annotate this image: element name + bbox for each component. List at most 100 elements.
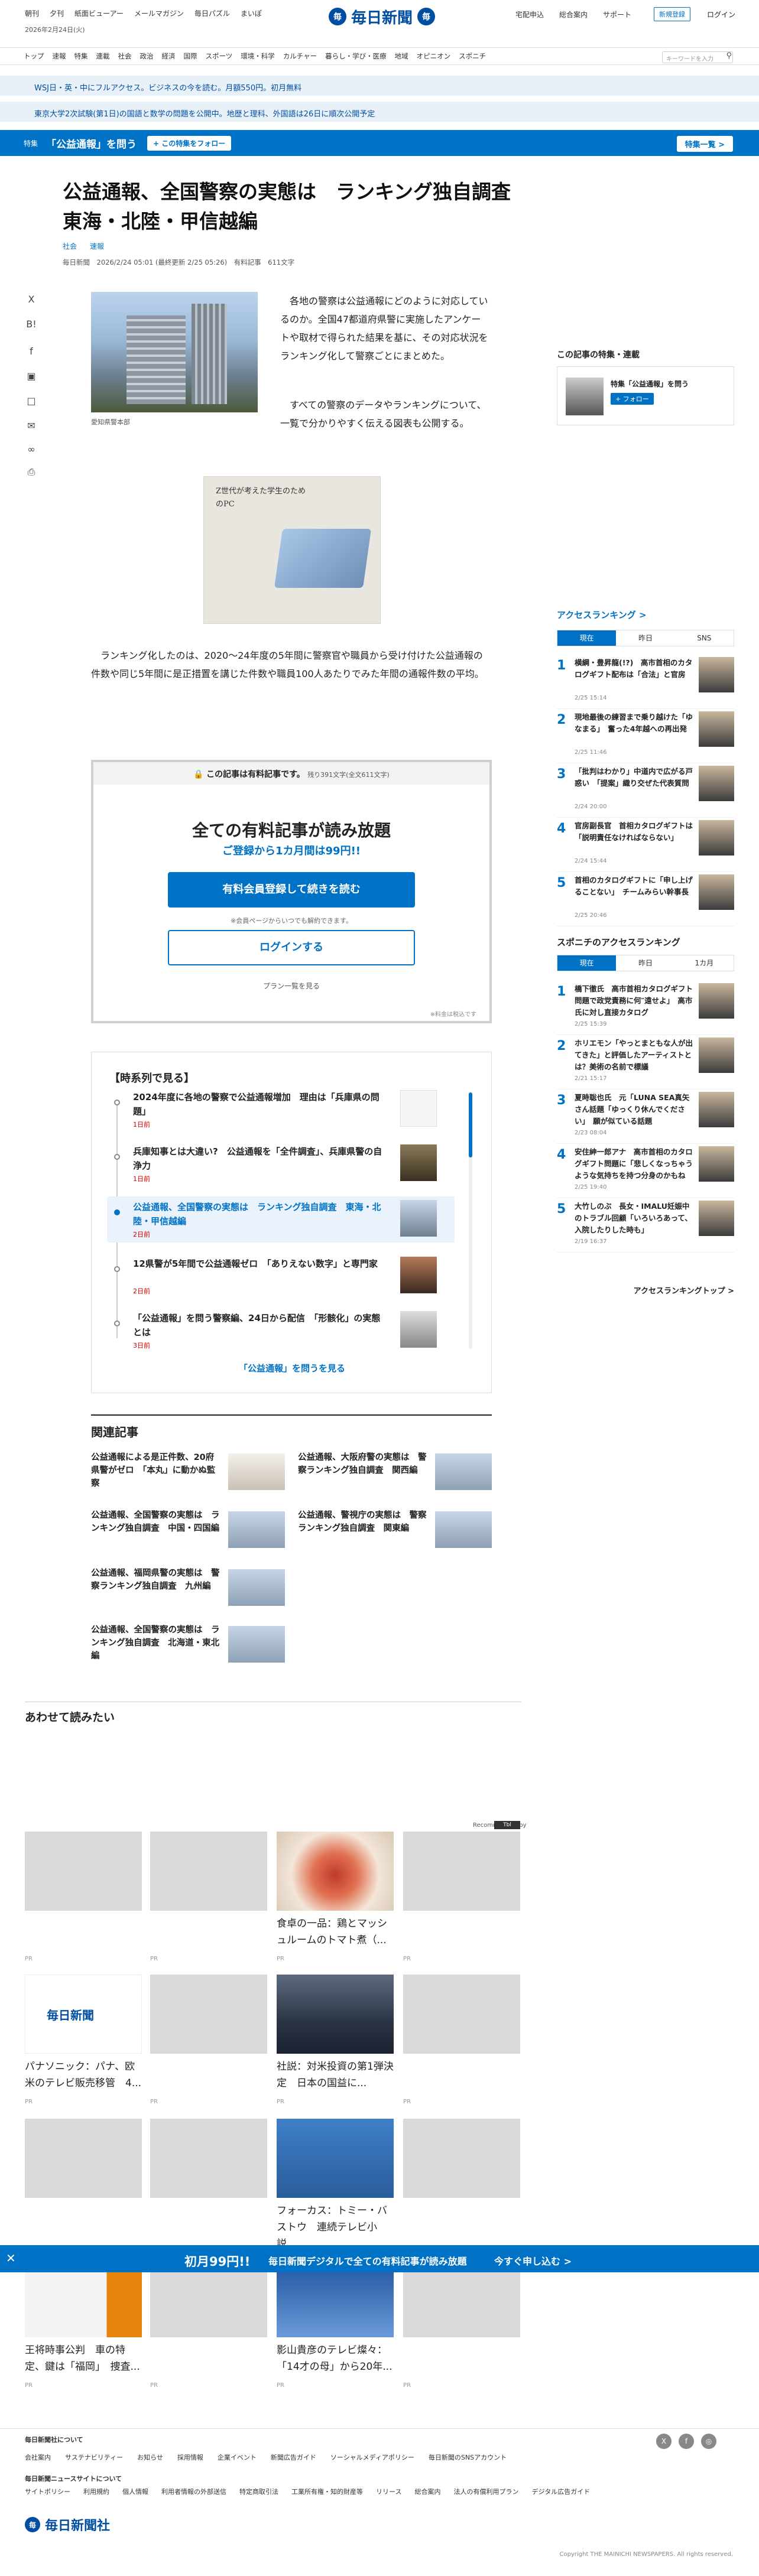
facebook-icon[interactable]: f xyxy=(679,2434,694,2449)
footer-link[interactable]: 工業所有権・知的財産等 xyxy=(291,2487,363,2496)
paywall-login-button[interactable]: ログインする xyxy=(168,930,415,965)
nav-society[interactable]: 社会 xyxy=(118,51,140,61)
related-item[interactable]: 公益通報による是正件数、20府県警がゼロ 「本丸」に動かぬ監察 xyxy=(91,1451,286,1504)
nav-series[interactable]: 連載 xyxy=(96,51,118,61)
subscribe-banner[interactable]: ✕ 初月99円!! 毎日新聞デジタルで全ての有料記事が読み放題 今すぐ申し込む … xyxy=(0,2245,759,2272)
footer-link[interactable]: リリース xyxy=(376,2487,401,2496)
timeline-scroll-thumb[interactable] xyxy=(469,1092,472,1157)
sidebar-follow-button[interactable]: + フォロー xyxy=(611,393,654,405)
footer-link[interactable]: 利用規約 xyxy=(83,2487,109,2496)
advertisement[interactable]: Z世代が考えた学生のためのPC xyxy=(203,476,381,624)
feature-list-button[interactable]: 特集一覧 > xyxy=(676,136,733,152)
related-item[interactable]: 公益通報、福岡県警の実態は 警察ランキング独自調査 九州編 xyxy=(91,1567,286,1620)
footer-link[interactable]: ソーシャルメディアポリシー xyxy=(330,2453,414,2462)
access-rank-item[interactable]: 3 「批判はわかり」中道内で広がる戸惑い 「提案」織り交ぜた代表質問 2/24 … xyxy=(557,763,734,818)
banner-close-icon[interactable]: ✕ xyxy=(6,2251,16,2265)
site-logo[interactable]: 毎 毎日新聞 毎 xyxy=(329,6,435,27)
sponichi-rank-item[interactable]: 2 ホリエモン「やっとまともな人が出てきた」と評価したアーティストとは？美術の名… xyxy=(557,1035,734,1089)
sponichi-rank-item[interactable]: 3 夏時聡也氏 元「LUNA SEA真矢さん話題「ゆっくり休んでください」 願が… xyxy=(557,1089,734,1144)
banner-cta[interactable]: 今すぐ申し込む > xyxy=(494,2253,572,2268)
nav-top[interactable]: トップ xyxy=(24,51,53,61)
nav-region[interactable]: 地域 xyxy=(395,51,417,61)
timeline-item[interactable]: 兵庫知事とは大違い? 公益通報を「全件調査」、兵庫県警の自浄力 1日前 xyxy=(109,1141,440,1187)
register-button[interactable]: 新規登録 xyxy=(654,7,690,21)
footer-link[interactable]: 法人の有償利用プラン xyxy=(453,2487,518,2496)
access-rank-item[interactable]: 4 官房副長官 首相カタログギフトは「説明責任なければならない」 2/24 15… xyxy=(557,818,734,872)
related-item[interactable]: 公益通報、警視庁の実態は 警察ランキング独自調査 関東編 xyxy=(298,1509,493,1562)
timeline-item[interactable]: 2024年度に各地の警察で公益通報増加 理由は「兵庫県の問題」 1日前 xyxy=(109,1087,440,1133)
notice-wsj[interactable]: WSJ日・英・中にフルアクセス。ビジネスの今を読む。月額550円。初月無料 xyxy=(0,76,759,96)
category-breaking[interactable]: 速報 xyxy=(90,241,104,251)
top-link-guide[interactable]: 総合案内 xyxy=(559,9,588,19)
x-share-icon[interactable]: X xyxy=(25,293,38,306)
nav-sports[interactable]: スポーツ xyxy=(206,51,241,61)
tab-sponichi-month[interactable]: 1カ月 xyxy=(674,955,734,971)
footer-link[interactable]: サイトポリシー xyxy=(25,2487,70,2496)
nav-sponichi[interactable]: スポニチ xyxy=(459,51,494,61)
sponichi-rank-item[interactable]: 5 大竹しのぶ 長女・IMALU妊娠中のトラブル回顧「いろいろあって、入院したり… xyxy=(557,1198,734,1253)
login-link[interactable]: ログイン xyxy=(707,9,735,19)
tab-access-now[interactable]: 現在 xyxy=(557,630,617,646)
access-rank-item[interactable]: 1 横綱・豊昇龍(!?) 高市首相のカタログギフト配布は「合法」と官房 2/25… xyxy=(557,655,734,709)
footer-link[interactable]: 企業イベント xyxy=(218,2453,257,2462)
top-link-viewer[interactable]: 紙面ビューアー xyxy=(74,8,124,18)
footer-link[interactable]: お知らせ xyxy=(137,2453,163,2462)
timeline-item[interactable]: 12県警が5年間で公益通報ゼロ 「ありえない数字」と専門家 2日前 xyxy=(109,1253,440,1299)
nav-breaking[interactable]: 速報 xyxy=(53,51,74,61)
x-icon[interactable]: X xyxy=(656,2434,672,2449)
facebook-share-icon[interactable]: f xyxy=(25,345,38,358)
notice-todai[interactable]: 東京大学2次試験(第1日)の国語と数学の問題を公開中。地歴と理科、外国語は26日… xyxy=(0,102,759,122)
related-item[interactable]: 公益通報、全国警察の実態は ランキング独自調査 北海道・東北編 xyxy=(91,1624,286,1677)
nav-culture[interactable]: カルチャー xyxy=(283,51,325,61)
access-ranking-title[interactable]: アクセスランキング > xyxy=(557,609,647,621)
access-rank-item[interactable]: 5 首相のカタログギフトに「申し上げることない」 チームみらい幹事長 2/25 … xyxy=(557,872,734,926)
top-link-support[interactable]: サポート xyxy=(603,9,631,19)
top-link-maipo[interactable]: まいぽ xyxy=(241,8,262,18)
footer-link[interactable]: 新聞広告ガイド xyxy=(271,2453,316,2462)
search-icon[interactable]: ⚲ xyxy=(726,51,732,60)
nav-life[interactable]: 暮らし・学び・医療 xyxy=(325,51,395,61)
access-rank-item[interactable]: 2 現地最後の練習まで乗り越けた「ゆなまる」 奮った4年越への再出発 2/25 … xyxy=(557,709,734,763)
footer-link[interactable]: デジタル広告ガイド xyxy=(531,2487,590,2496)
print-icon[interactable]: ⎙ xyxy=(25,466,38,479)
sponichi-rank-item[interactable]: 4 安住紳一郎アナ 高市首相のカタログギフト問題に「悲しくなっちゃうような気持ち… xyxy=(557,1144,734,1198)
nav-world[interactable]: 国際 xyxy=(184,51,206,61)
footer-link[interactable]: 会社案内 xyxy=(25,2453,51,2462)
tab-access-sns[interactable]: SNS xyxy=(674,630,734,646)
sidebar-feature-box[interactable]: 特集「公益通報」を問う + フォロー xyxy=(557,366,734,425)
footer-link[interactable]: 個人情報 xyxy=(122,2487,148,2496)
top-link-evening[interactable]: 夕刊 xyxy=(50,8,64,18)
nav-opinion[interactable]: オピニオン xyxy=(417,51,459,61)
top-link-morning[interactable]: 朝刊 xyxy=(25,8,39,18)
sponichi-rank-item[interactable]: 1 橋下徹氏 高市首相カタログギフト問題で政党責務に何″遠せよ」 高市氏に対し直… xyxy=(557,981,734,1035)
tab-access-yesterday[interactable]: 昨日 xyxy=(616,630,675,646)
nav-feature[interactable]: 特集 xyxy=(74,51,96,61)
timeline-more-link[interactable]: 「公益通報」を問うを見る xyxy=(92,1362,492,1374)
category-society[interactable]: 社会 xyxy=(63,241,77,251)
tab-sponichi-now[interactable]: 現在 xyxy=(557,955,617,971)
top-link-puzzle[interactable]: 毎日パズル xyxy=(194,8,230,18)
footer-logo[interactable]: 毎 毎日新聞社 xyxy=(25,2515,110,2534)
related-item[interactable]: 公益通報、全国警察の実態は ランキング独自調査 中国・四国編 xyxy=(91,1509,286,1562)
bookmark-icon[interactable]: □ xyxy=(25,395,38,408)
instagram-icon[interactable]: ◎ xyxy=(701,2434,716,2449)
footer-link[interactable]: 毎日新聞のSNSアカウント xyxy=(429,2453,507,2462)
tab-sponichi-yesterday[interactable]: 昨日 xyxy=(616,955,675,971)
timeline-item-current[interactable]: 公益通報、全国警察の実態は ランキング独自調査 東海・北陸・甲信越編 2日前 xyxy=(107,1196,455,1243)
feature-title[interactable]: 「公益通報」を問う xyxy=(46,136,137,151)
related-item[interactable]: 公益通報、大阪府警の実態は 警察ランキング独自調査 関西編 xyxy=(298,1451,493,1504)
sidebar-feature-name[interactable]: 特集「公益通報」を問う xyxy=(611,379,689,389)
mail-share-icon[interactable]: ✉ xyxy=(25,419,38,432)
nav-science[interactable]: 環境・科学 xyxy=(241,51,283,61)
nav-politics[interactable]: 政治 xyxy=(140,51,162,61)
nav-economy[interactable]: 経済 xyxy=(162,51,184,61)
sponichi-ranking-more[interactable]: アクセスランキングトップ > xyxy=(557,1284,734,1296)
footer-link[interactable]: 総合案内 xyxy=(414,2487,440,2496)
top-link-delivery[interactable]: 宅配申込 xyxy=(515,9,544,19)
footer-link[interactable]: 特定商取引法 xyxy=(239,2487,278,2496)
note-share-icon[interactable]: ▣ xyxy=(25,370,38,383)
footer-link[interactable]: 利用者情報の外部送信 xyxy=(161,2487,226,2496)
feature-follow-button[interactable]: + この特集をフォロー xyxy=(147,135,232,151)
search-input[interactable]: キーワードを入力 xyxy=(662,51,733,63)
timeline-item[interactable]: 「公益通報」を問う警察編、24日から配信 「形骸化」の実態とは 3日前 xyxy=(109,1307,440,1354)
